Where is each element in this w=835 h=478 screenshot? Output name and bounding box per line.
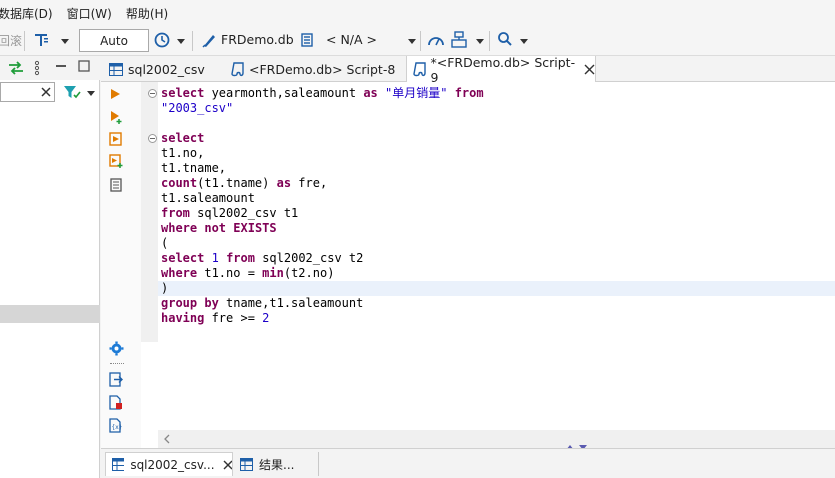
datasource-icon xyxy=(202,35,215,48)
table-icon xyxy=(240,457,253,471)
code-line[interactable]: ) xyxy=(158,281,835,296)
code-line[interactable]: where t1.no = min(t2.no) xyxy=(161,266,835,281)
tab-label: <FRDemo.db> Script-8 xyxy=(249,61,396,77)
results-tab-label: sql2002_csv... xyxy=(130,457,215,472)
rollback-button[interactable]: 回滚 xyxy=(0,32,22,49)
transaction-mode-field[interactable]: Auto xyxy=(79,29,149,52)
session-manager-icon[interactable] xyxy=(451,31,467,49)
results-tab-sql2002-csv[interactable]: sql2002_csv... xyxy=(105,452,233,476)
close-tab-icon[interactable] xyxy=(584,64,595,75)
menu-bar: 数据库(D) 窗口(W) 帮助(H) xyxy=(0,0,835,26)
code-line[interactable]: select 1 from sql2002_csv t2 xyxy=(161,251,835,266)
menu-window[interactable]: 窗口(W) xyxy=(67,5,112,22)
script-icon xyxy=(413,62,426,77)
code-line[interactable]: ( xyxy=(161,236,835,251)
view-menu-icon[interactable] xyxy=(33,60,41,76)
table-icon xyxy=(112,458,125,471)
main-toolbar: 回滚 Auto FRDemo.db < N/A > xyxy=(0,26,835,56)
code-line[interactable]: t1.no, xyxy=(161,146,835,161)
editor-ruler xyxy=(141,82,158,342)
session-dropdown-icon[interactable] xyxy=(476,39,484,44)
variables-icon[interactable]: {x} xyxy=(109,418,123,433)
transaction-dropdown-icon[interactable] xyxy=(61,39,69,44)
problems-icon[interactable] xyxy=(109,395,123,410)
tab-label: *<FRDemo.db> Script-9 xyxy=(430,54,576,85)
close-tab-icon[interactable] xyxy=(223,460,232,470)
clear-filter-icon[interactable] xyxy=(41,87,51,97)
code-area[interactable]: select yearmonth,saleamount as "单月销量" fr… xyxy=(158,86,835,326)
code-line[interactable]: from sql2002_csv t1 xyxy=(161,206,835,221)
schema-dropdown-icon[interactable] xyxy=(408,39,416,44)
menu-database[interactable]: 数据库(D) xyxy=(0,5,53,22)
toolbar-separator xyxy=(24,31,25,51)
tab-sql2002-csv[interactable]: sql2002_csv xyxy=(103,56,221,82)
toolbar-separator xyxy=(420,31,421,51)
datasource-selector[interactable]: FRDemo.db xyxy=(221,32,294,47)
execute-new-tab-icon[interactable] xyxy=(109,110,123,124)
schema-selector[interactable]: < N/A > xyxy=(326,32,377,47)
code-line[interactable]: group by tname,t1.saleamount xyxy=(161,296,835,311)
execute-script-new-tab-icon[interactable] xyxy=(109,154,123,168)
code-line[interactable]: select yearmonth,saleamount as "单月销量" fr… xyxy=(161,86,835,101)
toolbar-separator xyxy=(192,31,193,51)
scroll-left-icon[interactable] xyxy=(163,434,171,444)
execute-statement-icon[interactable] xyxy=(109,88,121,100)
code-line[interactable]: count(t1.tname) as fre, xyxy=(161,176,835,191)
maximize-icon[interactable] xyxy=(78,60,90,72)
schema-icon xyxy=(301,33,313,47)
editor-action-gutter: {x} xyxy=(101,82,141,448)
editor-tab-bar: sql2002_csv <FRDemo.db> Script-8 *<FRDem… xyxy=(101,54,835,85)
execute-script-icon[interactable] xyxy=(109,132,123,146)
toolbar-separator xyxy=(489,31,490,51)
code-line[interactable]: select xyxy=(161,131,835,146)
search-icon[interactable] xyxy=(497,31,513,47)
filter-dropdown-icon[interactable] xyxy=(87,91,95,96)
code-line[interactable]: "2003_csv" xyxy=(161,101,835,116)
code-line[interactable] xyxy=(161,116,835,131)
gutter-separator xyxy=(110,363,124,364)
code-line[interactable]: t1.saleamount xyxy=(161,191,835,206)
gear-icon[interactable] xyxy=(109,341,124,356)
link-with-editor-icon[interactable] xyxy=(8,61,24,75)
explain-plan-icon[interactable] xyxy=(109,178,123,192)
code-line[interactable]: t1.tname, xyxy=(161,161,835,176)
filter-icon[interactable] xyxy=(63,85,81,100)
app-window: 数据库(D) 窗口(W) 帮助(H) 回滚 Auto FRDemo.db < N… xyxy=(0,0,835,478)
results-tab-label: 结果... xyxy=(259,457,295,472)
navigator-panel xyxy=(0,56,100,478)
transaction-mode-icon[interactable] xyxy=(34,32,50,48)
menu-help[interactable]: 帮助(H) xyxy=(126,5,168,22)
dashboard-icon[interactable] xyxy=(427,32,445,48)
horizontal-scrollbar[interactable] xyxy=(158,430,835,448)
search-dropdown-icon[interactable] xyxy=(520,39,528,44)
table-icon xyxy=(109,62,123,76)
fold-toggle-icon[interactable] xyxy=(148,89,157,98)
history-icon[interactable] xyxy=(153,31,171,49)
svg-text:{x}: {x} xyxy=(112,424,123,431)
fold-toggle-icon[interactable] xyxy=(148,134,157,143)
code-line[interactable]: where not EXISTS xyxy=(161,221,835,236)
tab-script-8[interactable]: <FRDemo.db> Script-8 xyxy=(223,56,403,82)
history-dropdown-icon[interactable] xyxy=(177,39,185,44)
results-tab-result[interactable]: 结果... xyxy=(235,452,319,476)
export-icon[interactable] xyxy=(109,372,123,387)
minimize-icon[interactable] xyxy=(55,60,67,72)
sql-editor[interactable]: {x} select yearmonth,saleamount as "单月销量… xyxy=(101,82,835,448)
code-line[interactable]: having fre >= 2 xyxy=(161,311,835,326)
tab-label: sql2002_csv xyxy=(128,61,205,77)
results-tab-bar: sql2002_csv... 结果... xyxy=(101,448,835,478)
navigator-filter-input[interactable] xyxy=(0,82,55,102)
navigator-header xyxy=(0,56,100,80)
script-icon xyxy=(231,61,244,76)
tab-script-9[interactable]: *<FRDemo.db> Script-9 xyxy=(406,54,596,85)
navigator-selected-row[interactable] xyxy=(0,305,100,323)
